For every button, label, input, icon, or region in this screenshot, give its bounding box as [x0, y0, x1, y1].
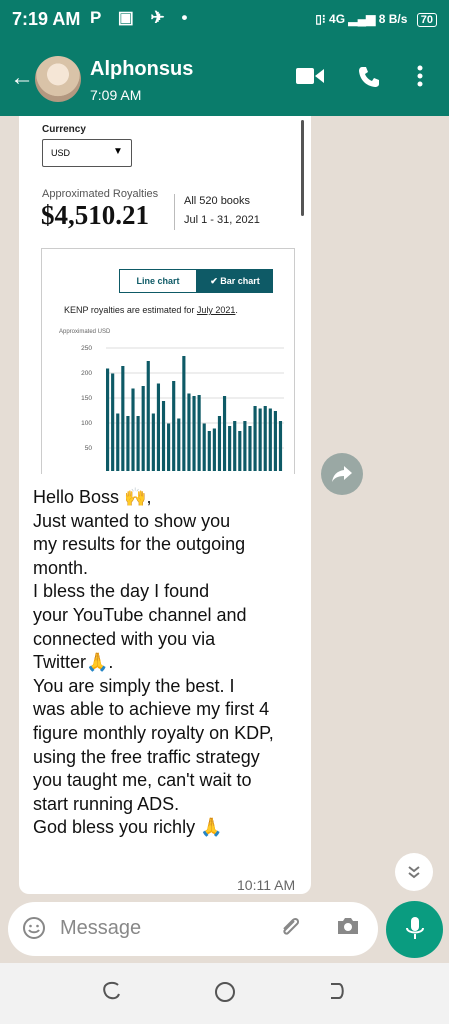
attached-image[interactable]: Currency USD ▼ Approximated Royalties $4… [28, 116, 304, 474]
contact-name[interactable]: Alphonsus [90, 58, 193, 81]
chart-bar [156, 383, 161, 471]
books-count: All 520 books [184, 195, 251, 207]
last-seen: 7:09 AM [90, 87, 142, 103]
kenp-text: KENP royalties are estimated for [64, 305, 197, 315]
forward-icon[interactable] [321, 453, 363, 495]
chart-bar [248, 426, 252, 471]
royalties-label: Approximated Royalties [42, 188, 159, 200]
line-chart-toggle: Line chart [119, 269, 197, 293]
message-time: 10:11 AM [237, 877, 296, 893]
chart-bar [172, 381, 176, 471]
chart-bar [167, 423, 171, 471]
chart-bar [187, 393, 191, 471]
back-arrow-icon[interactable]: ← [10, 64, 34, 92]
chart-bar [238, 431, 242, 471]
chart-bar [126, 416, 130, 471]
chevron-down-icon: ▼ [113, 146, 123, 157]
chart-bar [253, 406, 257, 471]
phone-icon[interactable] [358, 66, 380, 94]
chart-bar [228, 426, 232, 471]
message-input[interactable]: Message [60, 917, 141, 940]
speed-label: 8 B/s [378, 12, 408, 26]
more-icon[interactable] [416, 64, 424, 94]
chart-bar [121, 366, 125, 471]
chart-bar [207, 431, 211, 471]
chart-bar [192, 396, 196, 471]
chart-bar [197, 395, 201, 471]
chart-bar [131, 388, 135, 471]
chart-bar [182, 356, 186, 471]
chart-bar [161, 401, 166, 471]
bar-chart: 250 200 150 100 50 [81, 345, 284, 471]
vibrate-icon: ▯⁝ [315, 12, 326, 26]
currency-select: USD ▼ [42, 139, 132, 167]
home-icon[interactable] [214, 981, 236, 1009]
chart-bar [233, 421, 237, 471]
status-right: ▯⁝ 4G ▂▄▆ 8 B/s 70 [315, 12, 437, 27]
status-time: 7:19 AM [12, 9, 81, 29]
chart-bar [177, 418, 181, 471]
y-tick-label: 200 [81, 370, 92, 377]
network-label: 4G [329, 12, 346, 26]
emoji-icon[interactable] [22, 916, 46, 947]
chart-bar [268, 408, 272, 471]
recent-apps-icon[interactable] [102, 981, 122, 1007]
message-text: Hello Boss 🙌, Just wanted to show you my… [33, 487, 274, 838]
kenp-note: KENP royalties are estimated for July 20… [64, 305, 238, 315]
chart-bar [217, 416, 222, 471]
chart-bar [222, 396, 227, 471]
attach-icon[interactable] [278, 915, 302, 945]
mic-icon[interactable] [386, 901, 443, 958]
y-tick-label: 50 [85, 445, 93, 452]
camera-icon[interactable] [336, 915, 360, 943]
chart-bar [273, 411, 277, 471]
notification-icons: P ▣ ✈ • [90, 8, 194, 27]
bar-chart-toggle: ✔ Bar chart [197, 269, 273, 293]
kenp-link: July 2021 [196, 305, 236, 315]
chart-panel: Line chart ✔ Bar chart KENP royalties ar… [41, 248, 295, 474]
chart-bar [151, 413, 155, 471]
battery-icon: 70 [416, 13, 437, 27]
image-scrollbar [301, 120, 304, 216]
chart-bar [243, 421, 247, 471]
divider [174, 194, 175, 230]
message-input-bar: Message [8, 902, 378, 956]
system-nav-bar [0, 963, 449, 1024]
signal-icon: ▂▄▆ [348, 12, 376, 26]
royalties-amount: $4,510.21 [41, 200, 149, 230]
date-range: Jul 1 - 31, 2021 [184, 214, 260, 226]
bar-chart-label: Bar chart [220, 276, 260, 286]
chart-bar [278, 421, 283, 471]
video-call-icon[interactable] [296, 66, 324, 92]
chart-bar [106, 368, 110, 471]
scroll-down-icon[interactable] [395, 853, 433, 891]
chart-bar [136, 416, 140, 471]
back-nav-icon[interactable] [327, 981, 347, 1007]
currency-value: USD [51, 148, 71, 158]
chat-header: ← Alphonsus 7:09 AM [0, 44, 449, 116]
chart-bar [146, 361, 150, 471]
y-tick-label: 150 [81, 395, 92, 402]
chart-bar [141, 386, 145, 471]
chart-bar [116, 413, 120, 471]
y-tick-label: 100 [81, 420, 92, 427]
chart-bar [212, 428, 216, 471]
avatar[interactable] [35, 56, 81, 102]
chart-bar [263, 406, 267, 471]
chart-bar [202, 423, 206, 471]
chart-bar [258, 408, 262, 471]
y-tick-label: 250 [81, 345, 92, 352]
currency-label: Currency [42, 124, 86, 135]
chart-bar [111, 373, 115, 471]
status-bar: 7:19 AM P ▣ ✈ • ▯⁝ 4G ▂▄▆ 8 B/s 70 [0, 0, 449, 44]
